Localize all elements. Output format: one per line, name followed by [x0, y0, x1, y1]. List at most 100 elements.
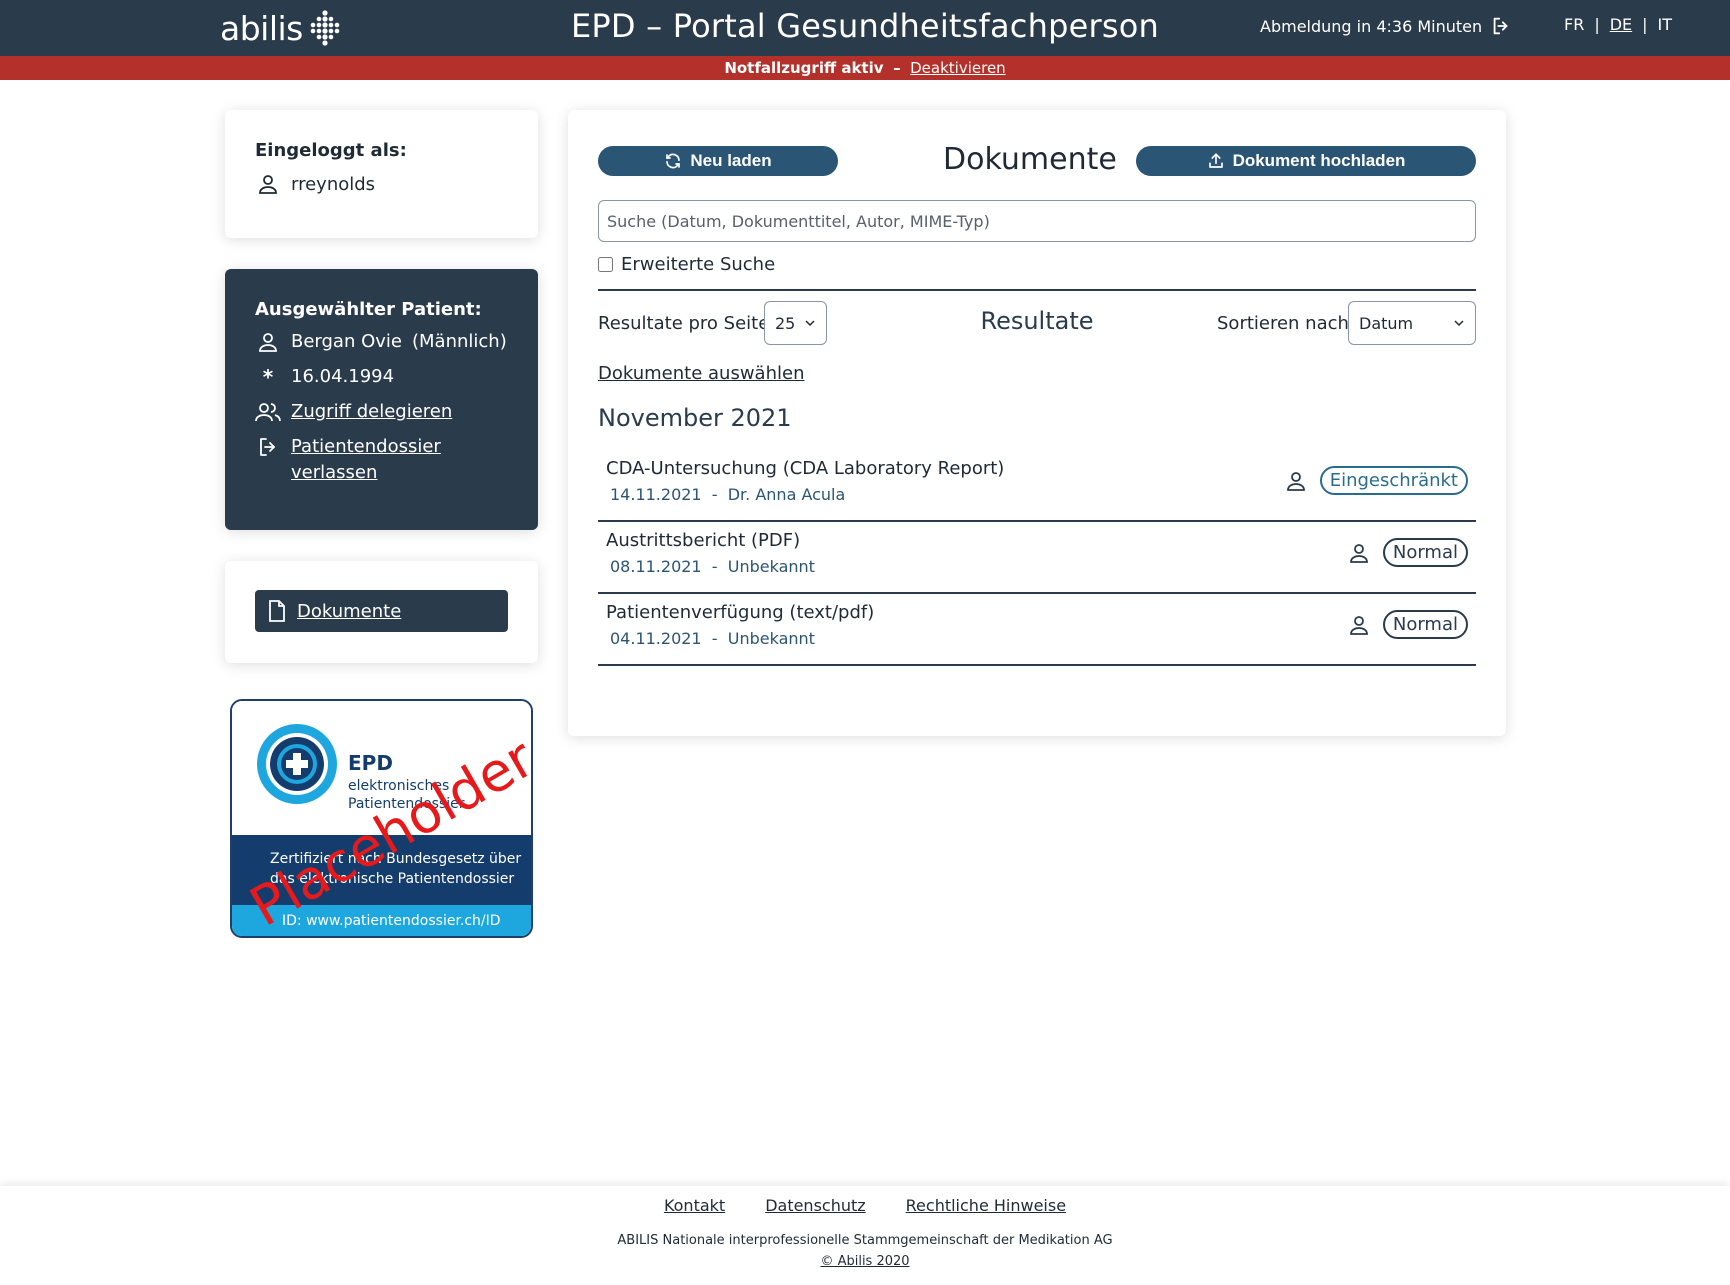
- footer-copyright[interactable]: © Abilis 2020: [0, 1254, 1730, 1269]
- advanced-search-label: Erweiterte Suche: [621, 254, 776, 275]
- delegate-access-link[interactable]: Zugriff delegieren: [291, 399, 452, 425]
- language-switcher: FR | DE | IT: [1564, 15, 1672, 34]
- sort-label: Sortieren nach: [1217, 313, 1349, 334]
- advanced-search-checkbox[interactable]: [598, 257, 613, 272]
- document-date: 08.11.2021: [610, 557, 702, 576]
- document-meta-sep: -: [711, 629, 718, 648]
- alert-dash: –: [893, 59, 901, 77]
- documents-panel: Neu laden Dokumente Dokument hochladen E…: [568, 110, 1506, 736]
- documents-header: Neu laden Dokumente Dokument hochladen: [598, 142, 1476, 190]
- document-list: CDA-Untersuchung (CDA Laboratory Report)…: [598, 450, 1476, 666]
- divider: [598, 289, 1476, 291]
- user-icon: [1349, 543, 1368, 563]
- epd-certificate-badge: EPD elektronisches Patientendossier Zert…: [230, 699, 533, 938]
- user-icon: [255, 329, 281, 355]
- footer-privacy-link[interactable]: Datenschutz: [765, 1196, 865, 1215]
- upload-document-button[interactable]: Dokument hochladen: [1136, 146, 1476, 176]
- reload-label: Neu laden: [690, 151, 772, 170]
- document-search-input[interactable]: [598, 200, 1476, 242]
- exit-icon: [255, 434, 281, 460]
- nav-card: Dokumente: [225, 561, 538, 663]
- emergency-access-bar: Notfallzugriff aktiv – Deaktivieren: [0, 56, 1730, 80]
- certificate-sub-line2: Patientendossier: [348, 796, 465, 812]
- advanced-search-toggle[interactable]: Erweiterte Suche: [598, 254, 1476, 275]
- user-icon: [1349, 615, 1368, 635]
- confidentiality-badge: Normal: [1382, 610, 1468, 639]
- refresh-icon: [666, 153, 681, 169]
- lang-de-link[interactable]: DE: [1610, 15, 1632, 34]
- certificate-subtitle: elektronisches Patientendossier: [348, 777, 465, 813]
- document-author: Dr. Anna Acula: [727, 485, 846, 504]
- chevron-down-icon: [1454, 320, 1464, 327]
- certificate-sub-line1: elektronisches: [348, 778, 450, 794]
- leave-dossier-link[interactable]: Patientendossier verlassen: [291, 434, 441, 486]
- confidentiality-badge: Normal: [1382, 538, 1468, 567]
- month-heading: November 2021: [598, 404, 792, 432]
- patient-gender: (Männlich): [412, 331, 507, 352]
- certificate-mid-line1: Zertifiziert nach Bundesgesetz über: [270, 851, 522, 867]
- footer: Kontakt Datenschutz Rechtliche Hinweise …: [0, 1186, 1730, 1285]
- document-meta-sep: -: [711, 485, 718, 504]
- epd-cross-icon: [257, 724, 337, 804]
- patient-birthdate: 16.04.1994: [291, 366, 395, 387]
- nav-documents-label: Dokumente: [297, 600, 402, 622]
- patient-name-row: Bergan Ovie (Männlich): [255, 329, 508, 355]
- upload-label: Dokument hochladen: [1232, 151, 1406, 170]
- certificate-top: EPD elektronisches Patientendossier: [232, 701, 531, 835]
- footer-links: Kontakt Datenschutz Rechtliche Hinweise: [0, 1196, 1730, 1215]
- footer-contact-link[interactable]: Kontakt: [664, 1196, 725, 1215]
- certificate-epd-label: EPD: [348, 751, 393, 775]
- sort-select[interactable]: Datum: [1348, 301, 1476, 345]
- reload-button[interactable]: Neu laden: [598, 146, 838, 176]
- certificate-certified-text: Zertifiziert nach Bundesgesetz über das …: [232, 835, 531, 905]
- login-card: Eingeloggt als: rreynolds: [225, 110, 538, 238]
- document-meta: 04.11.2021 - Unbekannt: [606, 629, 1468, 648]
- document-status: Normal: [1347, 538, 1468, 567]
- documents-title: Dokumente: [943, 142, 1117, 177]
- footer-organization: ABILIS Nationale interprofessionelle Sta…: [617, 1233, 1113, 1248]
- document-item[interactable]: Patientenverfügung (text/pdf) 04.11.2021…: [598, 594, 1476, 666]
- document-item[interactable]: Austrittsbericht (PDF) 08.11.2021 - Unbe…: [598, 522, 1476, 594]
- nav-documents-button[interactable]: Dokumente: [255, 590, 508, 632]
- leave-dossier-line1: Patientendossier: [291, 436, 441, 457]
- user-icon: [1286, 471, 1305, 491]
- confidentiality-badge: Eingeschränkt: [1319, 466, 1468, 495]
- emergency-access-text: Notfallzugriff aktiv: [724, 59, 884, 77]
- sort-value: Datum: [1359, 313, 1414, 333]
- leave-dossier-row: Patientendossier verlassen: [255, 434, 508, 486]
- leave-dossier-line2: verlassen: [291, 462, 378, 483]
- document-author: Unbekannt: [727, 629, 815, 648]
- patient-name: Bergan Ovie: [291, 331, 402, 352]
- results-controls: Resultate pro Seite 25 Resultate Sortier…: [598, 301, 1476, 359]
- users-icon: [255, 399, 281, 425]
- footer-legal-link[interactable]: Rechtliche Hinweise: [906, 1196, 1066, 1215]
- document-title: Austrittsbericht (PDF): [606, 530, 801, 551]
- lang-separator: |: [1642, 15, 1648, 34]
- certificate-id: ID: www.patientendossier.ch/ID: [232, 905, 531, 936]
- select-documents-link[interactable]: Dokumente auswählen: [598, 363, 804, 384]
- logout-timer-link[interactable]: Abmeldung in 4:36 Minuten: [1260, 15, 1512, 37]
- document-meta-sep: -: [711, 557, 718, 576]
- lang-fr-link[interactable]: FR: [1564, 15, 1584, 34]
- document-author: Unbekannt: [727, 557, 815, 576]
- logged-in-label: Eingeloggt als:: [255, 140, 407, 161]
- selected-patient-label: Ausgewählter Patient:: [255, 299, 482, 320]
- deactivate-link[interactable]: Deaktivieren: [910, 59, 1006, 77]
- document-item[interactable]: CDA-Untersuchung (CDA Laboratory Report)…: [598, 450, 1476, 522]
- lang-it-link[interactable]: IT: [1658, 15, 1673, 34]
- document-status: Normal: [1347, 610, 1468, 639]
- document-title: Patientenverfügung (text/pdf): [606, 602, 875, 623]
- certificate-mid-line2: das elektronische Patientendossier: [270, 871, 515, 887]
- document-date: 14.11.2021: [610, 485, 702, 504]
- document-status: Eingeschränkt: [1284, 466, 1468, 495]
- username: rreynolds: [291, 173, 376, 195]
- lang-separator: |: [1594, 15, 1600, 34]
- logout-text: Abmeldung in 4:36 Minuten: [1260, 16, 1483, 36]
- patient-birthdate-row: * 16.04.1994: [255, 364, 508, 390]
- patient-card: Ausgewählter Patient: Bergan Ovie (Männl…: [225, 269, 538, 530]
- birth-star-icon: *: [262, 365, 274, 389]
- top-bar: abilis EPD – Portal Gesundheitsfachperso…: [0, 0, 1730, 56]
- document-meta: 08.11.2021 - Unbekannt: [606, 557, 1468, 576]
- user-icon: [255, 171, 281, 197]
- delegate-access-row: Zugriff delegieren: [255, 399, 508, 425]
